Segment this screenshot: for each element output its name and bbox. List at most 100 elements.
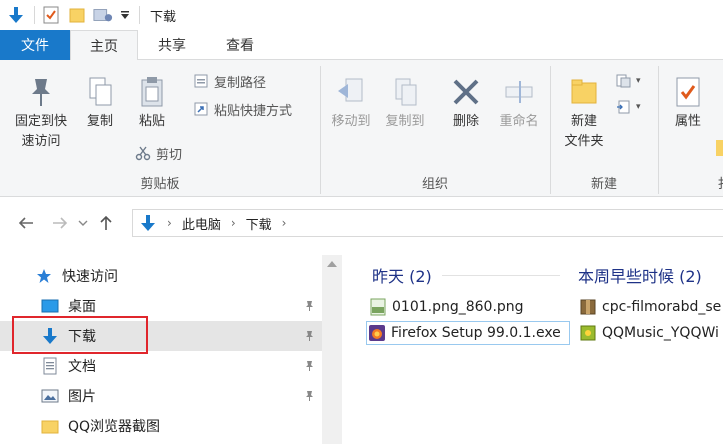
properties-button[interactable]: 属性 [666,72,710,132]
breadcrumb-this-pc[interactable]: 此电脑 [182,214,221,233]
tab-share[interactable]: 共享 [138,30,206,60]
tab-file[interactable]: 文件 [0,30,70,60]
breadcrumb-chevron-icon[interactable]: › [282,216,287,230]
quick-access-toolbar [0,0,140,30]
qa-dropdown-icon[interactable] [119,5,131,25]
nav-item-qq-browser-screenshots[interactable]: QQ浏览器截图 [0,411,322,441]
desktop-icon [40,296,60,316]
copy-path-label: 复制路径 [214,75,267,91]
scissors-icon [134,144,152,162]
properties-icon [670,72,706,112]
rename-icon [501,72,537,112]
nav-label-pictures: 图片 [68,389,96,405]
group-header-earlier-this-week[interactable]: 本周早些时候 (2) [578,263,702,287]
move-to-label: 移动到 [331,114,371,129]
copy-button[interactable]: 复制 [80,72,120,132]
folder-icon [40,416,60,436]
easy-access-button[interactable]: ▾ [614,96,641,118]
file-item[interactable]: QQMusic_YQQWi [578,321,723,345]
new-item-dropdown-icon: ▾ [636,76,641,86]
copy-to-button[interactable]: 复制到 [380,72,430,132]
properties-check-icon[interactable] [41,5,61,25]
new-folder-button[interactable]: 新建 文件夹 [556,72,612,152]
window-title: 下载 [150,9,177,25]
document-icon [40,356,60,376]
nav-label-desktop: 桌面 [68,299,96,315]
tab-home[interactable]: 主页 [70,30,138,61]
back-arrow-icon[interactable] [14,208,38,238]
customize-icon[interactable] [93,5,113,25]
copy-path-button[interactable]: 复制路径 [192,70,266,92]
pin-icon[interactable] [302,329,316,343]
address-bar[interactable]: › 此电脑 › 下载 › [132,209,723,237]
breadcrumb-downloads[interactable]: 下载 [246,214,272,233]
easy-access-dropdown-icon: ▾ [636,102,641,112]
group-label-open-partial: 扌 [714,173,723,192]
group-separator [658,66,659,194]
file-item[interactable]: 0101.png_860.png [368,295,574,319]
rename-button[interactable]: 重命名 [494,72,544,132]
new-folder-icon[interactable] [67,5,87,25]
star-icon [34,266,54,286]
paste-button[interactable]: 粘贴 [130,72,174,132]
pin-to-quick-access-button[interactable]: 固定到快 速访问 [8,72,74,152]
new-item-icon [614,72,632,90]
nav-scrollbar[interactable] [322,255,342,444]
file-name: 0101.png_860.png [392,299,524,315]
new-folder-label-line-1: 新建 [570,114,597,129]
group-header-yesterday[interactable]: 昨天 (2) [372,263,432,287]
file-item[interactable]: Firefox Setup 99.0.1.exe [366,321,570,345]
copy-to-label: 复制到 [385,114,425,129]
nav-item-documents[interactable]: 文档 [0,351,322,381]
recent-locations-chevron-icon[interactable] [76,208,90,238]
firefox-installer-icon [367,323,387,343]
pin-label-line-1: 固定到快 [14,114,67,129]
new-item-button[interactable]: ▾ [614,70,641,92]
paste-shortcut-icon [192,100,210,118]
group-label-organize: 组织 [421,177,448,192]
pin-icon[interactable] [302,359,316,373]
ribbon-tabs: 文件 主页 共享 查看 [0,30,723,61]
group-label-new: 新建 [590,177,617,192]
copy-path-icon [192,72,210,90]
new-folder-label-line-2: 文件夹 [564,134,604,149]
copy-label: 复制 [86,114,113,129]
breadcrumb-chevron-icon[interactable]: › [231,216,236,230]
move-to-button[interactable]: 移动到 [326,72,376,132]
qqmusic-installer-icon [578,323,598,343]
forward-arrow-icon[interactable] [48,208,72,238]
scroll-up-arrow-icon[interactable] [327,261,337,267]
open-group-icon-partial [716,140,723,156]
delete-label: 删除 [452,114,479,129]
group-label-clipboard: 剪贴板 [140,177,180,192]
paste-shortcut-label: 粘贴快捷方式 [214,103,293,119]
breadcrumb-chevron-icon[interactable]: › [167,216,172,230]
easy-access-icon [614,98,632,116]
up-arrow-icon[interactable] [94,208,118,238]
pin-label-line-2: 速访问 [21,134,61,149]
nav-item-quick-access[interactable]: 快速访问 [0,261,322,291]
move-to-icon [333,72,369,112]
nav-label-quick-access: 快速访问 [62,269,118,285]
nav-item-pictures[interactable]: 图片 [0,381,322,411]
navigation-row: › 此电脑 › 下载 › [0,203,723,243]
paste-shortcut-button[interactable]: 粘贴快捷方式 [192,98,292,120]
pin-icon[interactable] [302,389,316,403]
toolbar-separator [139,6,140,24]
file-name: Firefox Setup 99.0.1.exe [391,325,561,341]
copy-icon [82,72,118,112]
pictures-icon [40,386,60,406]
rename-label: 重命名 [499,114,539,129]
cut-button[interactable]: 剪切 [134,142,182,164]
pin-icon [23,72,59,112]
paste-icon [134,72,170,112]
toolbar-separator [34,6,35,24]
group-divider [442,275,560,276]
delete-button[interactable]: 删除 [442,72,490,132]
file-item[interactable]: cpc-filmorabd_se [578,295,723,319]
tab-view[interactable]: 查看 [206,30,274,60]
file-name: QQMusic_YQQWi [602,325,719,341]
title-bar: 下载 [0,0,723,30]
pin-icon[interactable] [302,299,316,313]
properties-label: 属性 [674,114,701,129]
